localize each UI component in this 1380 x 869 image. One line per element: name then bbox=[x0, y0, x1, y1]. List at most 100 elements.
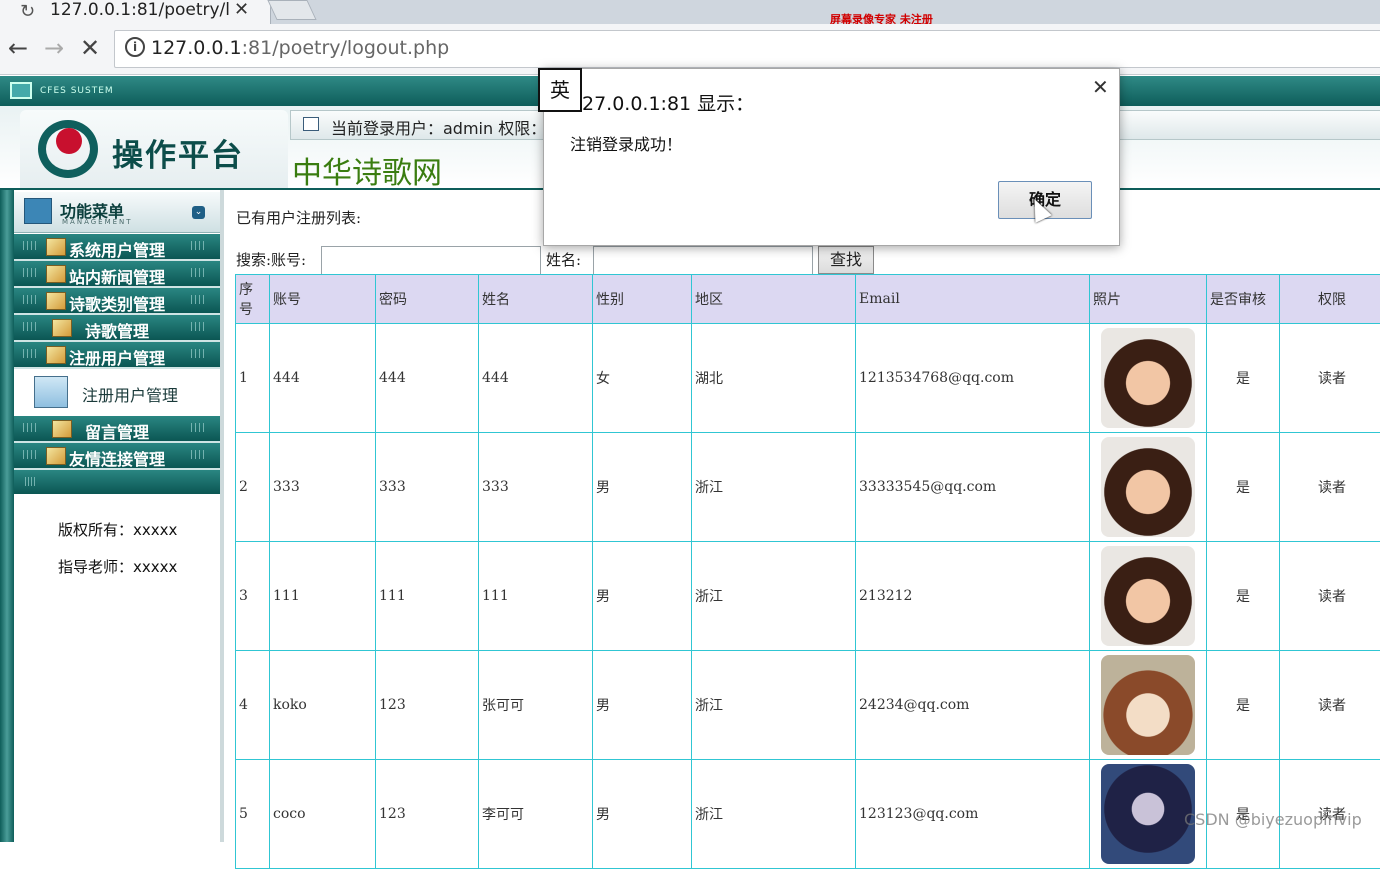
column-header: 序号 bbox=[236, 275, 270, 324]
sidebar-subitem-label: 注册用户管理 bbox=[82, 382, 178, 406]
cell-password: 444 bbox=[376, 324, 479, 433]
cell-photo bbox=[1090, 651, 1207, 760]
url-path: :81/poetry/logout.php bbox=[242, 37, 450, 59]
cell-photo bbox=[1090, 542, 1207, 651]
frame-splitter[interactable] bbox=[220, 190, 224, 842]
sidebar-item-poem-categories[interactable]: |||| 诗歌类别管理 |||| bbox=[14, 288, 220, 315]
ime-indicator: 英 bbox=[538, 68, 582, 112]
cell-gender: 女 bbox=[593, 324, 692, 433]
cell-role: 读者 bbox=[1280, 433, 1380, 542]
cell-gender: 男 bbox=[593, 760, 692, 869]
cell-region: 湖北 bbox=[692, 324, 856, 433]
user-photo bbox=[1101, 655, 1195, 755]
forward-icon[interactable]: → bbox=[44, 34, 64, 62]
cell-no: 1 bbox=[236, 324, 270, 433]
search-label: 搜索:账号: bbox=[236, 249, 306, 270]
cell-account: 111 bbox=[270, 542, 376, 651]
cell-account: 444 bbox=[270, 324, 376, 433]
url-text: 127.0.0.1:81/poetry/logout.php bbox=[151, 37, 449, 59]
cell-gender: 男 bbox=[593, 542, 692, 651]
cell-account: koko bbox=[270, 651, 376, 760]
sidebar-item-friend-links[interactable]: |||| 友情连接管理 |||| bbox=[14, 443, 220, 470]
site-name: 中华诗歌网 bbox=[292, 148, 442, 192]
cell-role: 读者 bbox=[1280, 651, 1380, 760]
grip-dots: |||| bbox=[190, 295, 206, 305]
table-header-row: 序号 账号 密码 姓名 性别 地区 Email 照片 是否审核 权限 bbox=[236, 275, 1380, 324]
cell-region: 浙江 bbox=[692, 760, 856, 869]
window-icon bbox=[303, 117, 319, 131]
cell-photo bbox=[1090, 433, 1207, 542]
login-info: 当前登录用户：admin 权限： bbox=[331, 115, 546, 139]
url-input[interactable]: i 127.0.0.1:81/poetry/logout.php bbox=[114, 30, 1380, 68]
table-row: 3 111 111 111 男 浙江 213212 是 读者 bbox=[236, 542, 1380, 651]
column-header: 性别 bbox=[593, 275, 692, 324]
loading-icon: ↻ bbox=[20, 1, 35, 22]
cell-no: 2 bbox=[236, 433, 270, 542]
platform-title: 操作平台 bbox=[112, 130, 244, 175]
cell-name: 张可可 bbox=[479, 651, 593, 760]
info-icon[interactable]: i bbox=[125, 37, 145, 57]
cell-gender: 男 bbox=[593, 651, 692, 760]
close-icon[interactable]: ✕ bbox=[1092, 75, 1109, 99]
account-search-input[interactable] bbox=[321, 246, 541, 276]
cell-no: 4 bbox=[236, 651, 270, 760]
registered-users-table: 序号 账号 密码 姓名 性别 地区 Email 照片 是否审核 权限 1 444… bbox=[235, 274, 1380, 869]
column-header: 是否审核 bbox=[1207, 275, 1280, 324]
user-card-icon bbox=[34, 376, 68, 408]
sidebar-item-system-users[interactable]: |||| 系统用户管理 |||| bbox=[14, 234, 220, 261]
left-frame-border bbox=[0, 190, 14, 842]
grip-dots: |||| bbox=[190, 423, 206, 433]
csdn-watermark: CSDN @biyezuopinvip bbox=[1184, 810, 1362, 829]
table-row: 1 444 444 444 女 湖北 1213534768@qq.com 是 读… bbox=[236, 324, 1380, 433]
cell-approved: 是 bbox=[1207, 651, 1280, 760]
page-title: 已有用户注册列表: bbox=[236, 207, 361, 228]
dialog-message: 注销登录成功！ bbox=[570, 131, 682, 155]
cell-gender: 男 bbox=[593, 433, 692, 542]
cell-name: 333 bbox=[479, 433, 593, 542]
collapse-icon[interactable]: ⌄ bbox=[192, 206, 205, 219]
cell-photo bbox=[1090, 324, 1207, 433]
cell-approved: 是 bbox=[1207, 324, 1280, 433]
menu-subtitle: MANAGEMENT bbox=[62, 218, 133, 226]
cell-name: 李可可 bbox=[479, 760, 593, 869]
cell-role: 读者 bbox=[1280, 324, 1380, 433]
user-photo bbox=[1101, 437, 1195, 537]
table-row: 4 koko 123 张可可 男 浙江 24234@qq.com 是 读者 bbox=[236, 651, 1380, 760]
cell-region: 浙江 bbox=[692, 542, 856, 651]
sidebar-item-news[interactable]: |||| 站内新闻管理 |||| bbox=[14, 261, 220, 288]
cell-password: 111 bbox=[376, 542, 479, 651]
cell-email: 24234@qq.com bbox=[856, 651, 1090, 760]
sidebar-item-registered-users[interactable]: |||| 注册用户管理 |||| bbox=[14, 342, 220, 369]
cell-email: 33333545@qq.com bbox=[856, 433, 1090, 542]
back-icon[interactable]: ← bbox=[8, 34, 28, 62]
logo-center-icon bbox=[56, 128, 82, 154]
name-search-input[interactable] bbox=[593, 246, 813, 276]
column-header: 地区 bbox=[692, 275, 856, 324]
grip-dots: |||| bbox=[190, 241, 206, 251]
grip-dots: |||| bbox=[24, 477, 36, 487]
column-header: 姓名 bbox=[479, 275, 593, 324]
name-label: 姓名: bbox=[546, 249, 581, 270]
cell-role: 读者 bbox=[1280, 542, 1380, 651]
user-photo bbox=[1101, 764, 1195, 864]
column-header: 权限 bbox=[1280, 275, 1380, 324]
find-button[interactable]: 查找 bbox=[818, 246, 874, 274]
sidebar-item-messages[interactable]: |||| 留言管理 |||| bbox=[14, 416, 220, 443]
browser-tab[interactable]: ↻ 127.0.0.1:81/poetry/logout.php ✕ bbox=[0, 0, 271, 24]
cell-password: 333 bbox=[376, 433, 479, 542]
cell-account: coco bbox=[270, 760, 376, 869]
stop-icon[interactable]: ✕ bbox=[80, 34, 100, 62]
cell-approved: 是 bbox=[1207, 433, 1280, 542]
close-tab-icon[interactable]: ✕ bbox=[234, 0, 249, 20]
cell-approved: 是 bbox=[1207, 542, 1280, 651]
column-header: 密码 bbox=[376, 275, 479, 324]
menu-icon bbox=[24, 198, 52, 224]
user-photo bbox=[1101, 328, 1195, 428]
sidebar-subitem-registered-users[interactable]: 注册用户管理 bbox=[14, 370, 220, 414]
sidebar-item-poems[interactable]: |||| 诗歌管理 |||| bbox=[14, 315, 220, 342]
cell-no: 3 bbox=[236, 542, 270, 651]
url-host: 127.0.0.1 bbox=[151, 37, 242, 59]
grip-dots: |||| bbox=[190, 268, 206, 278]
cell-region: 浙江 bbox=[692, 433, 856, 542]
column-header: 照片 bbox=[1090, 275, 1207, 324]
